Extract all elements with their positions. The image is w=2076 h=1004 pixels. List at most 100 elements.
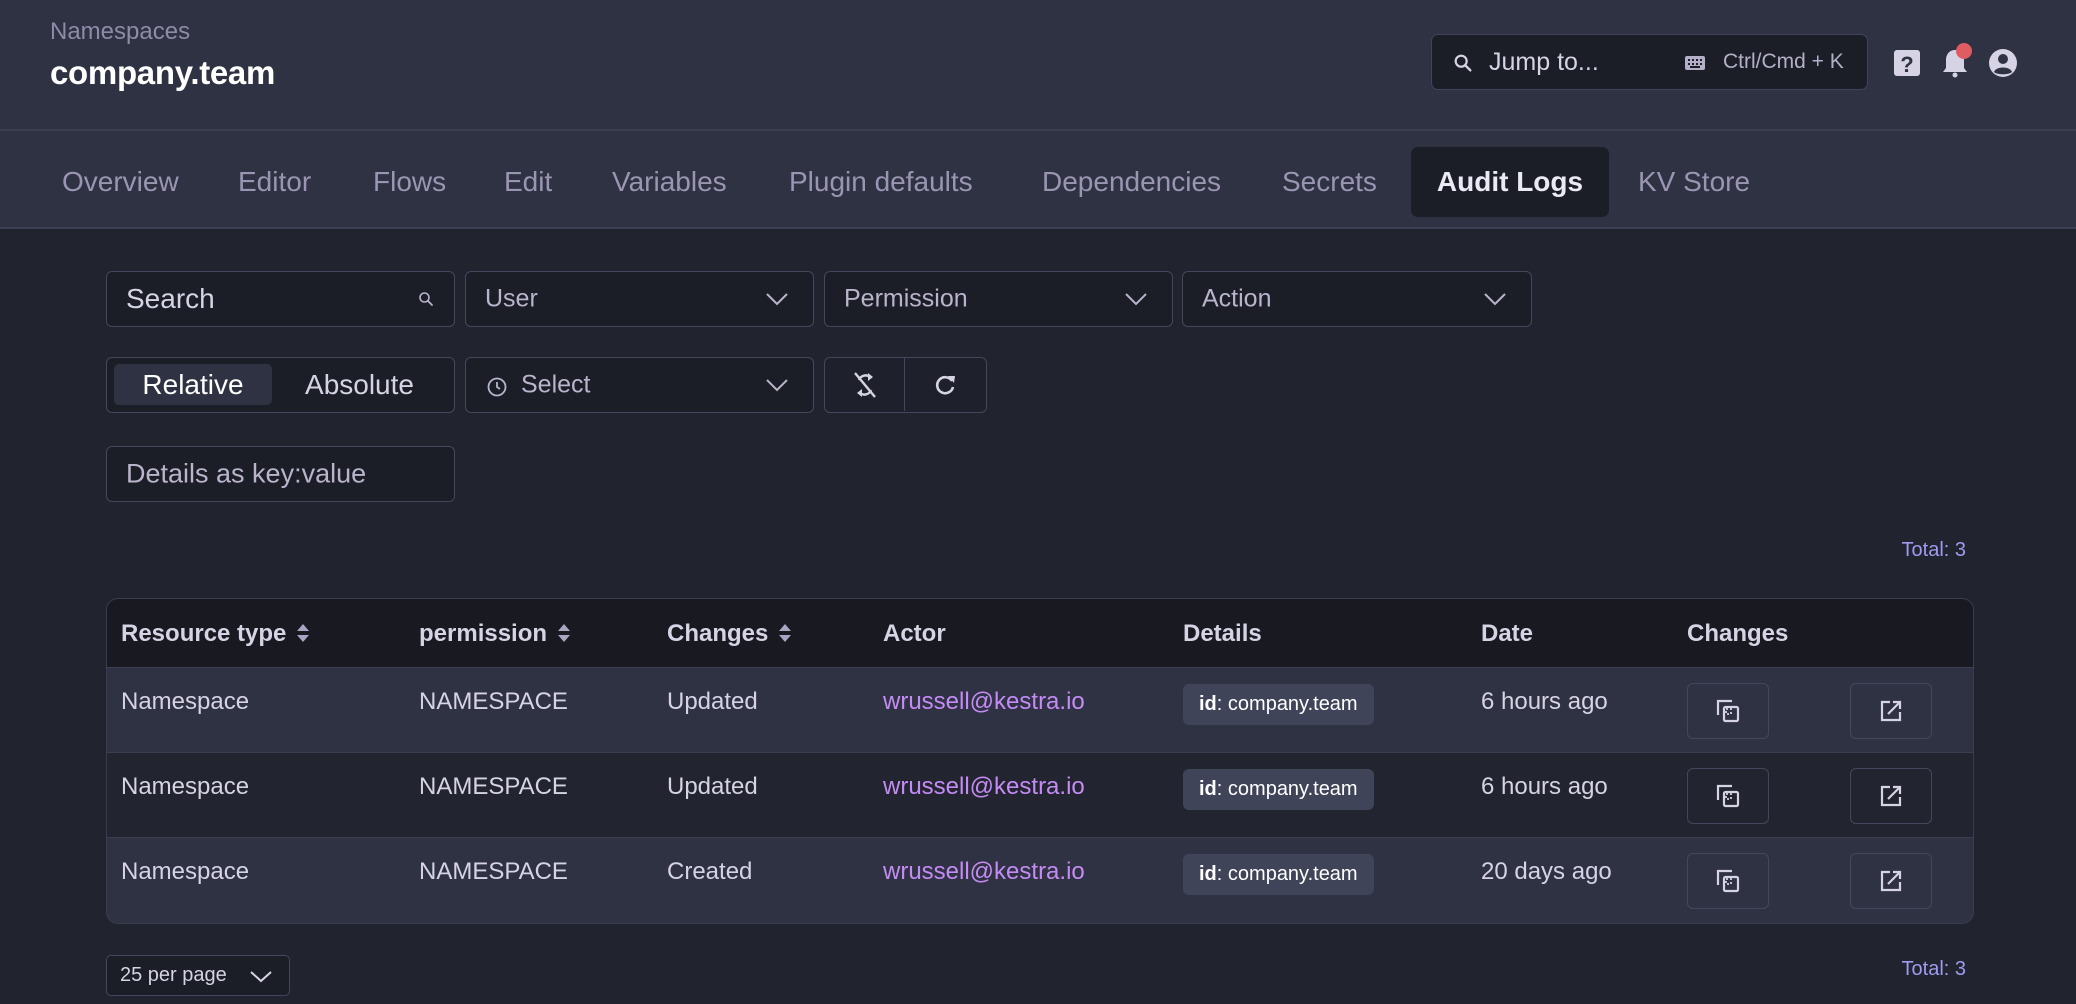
time-range-select[interactable]: Select xyxy=(465,357,814,413)
tab-flows[interactable]: Flows xyxy=(345,147,474,217)
chevron-down-icon xyxy=(1125,293,1147,306)
column-header-changes-actions: Changes xyxy=(1687,620,1789,647)
details-key: id xyxy=(1199,693,1217,715)
breadcrumb[interactable]: Namespaces xyxy=(50,18,190,46)
sort-icon xyxy=(779,623,792,642)
cell-actor-link[interactable]: wrussell@kestra.io xyxy=(883,688,1085,716)
per-page-label: 25 per page xyxy=(120,964,227,986)
refresh-controls xyxy=(824,357,987,413)
cell-actor-link[interactable]: wrussell@kestra.io xyxy=(883,773,1085,801)
details-value: company.team xyxy=(1227,863,1358,885)
details-badge: id: company.team xyxy=(1183,854,1374,895)
jump-to-search[interactable]: Jump to... Ctrl/Cmd + K xyxy=(1431,34,1868,90)
action-select[interactable]: Action xyxy=(1182,271,1532,327)
tab-secrets[interactable]: Secrets xyxy=(1254,147,1405,217)
permission-select[interactable]: Permission xyxy=(824,271,1173,327)
open-details-button[interactable] xyxy=(1850,683,1932,739)
column-header-changes[interactable]: Changes xyxy=(667,599,792,668)
auto-refresh-toggle-button[interactable] xyxy=(825,358,905,411)
table-row: Namespace NAMESPACE Updated wrussell@kes… xyxy=(107,668,1973,753)
cell-permission: NAMESPACE xyxy=(419,858,568,885)
open-details-button[interactable] xyxy=(1850,853,1932,909)
external-link-icon xyxy=(1880,870,1902,892)
compare-icon xyxy=(1716,869,1740,893)
total-count-bottom: Total: 3 xyxy=(1901,958,1966,980)
details-input[interactable]: Details as key:value xyxy=(106,446,455,502)
column-header-resource-type[interactable]: Resource type xyxy=(121,599,310,668)
shortcut-hint: Ctrl/Cmd + K xyxy=(1723,50,1844,73)
column-header-permission[interactable]: permission xyxy=(419,599,571,668)
tab-audit-logs[interactable]: Audit Logs xyxy=(1411,147,1609,217)
tab-editor[interactable]: Editor xyxy=(210,147,339,217)
view-changes-button[interactable] xyxy=(1687,853,1769,909)
refresh-icon xyxy=(935,375,955,394)
table-row: Namespace NAMESPACE Created wrussell@kes… xyxy=(107,838,1973,923)
cell-permission: NAMESPACE xyxy=(419,688,568,715)
help-icon[interactable]: ? xyxy=(1890,46,1924,80)
total-count-top: Total: 3 xyxy=(1901,539,1966,561)
cell-resource-type: Namespace xyxy=(121,773,250,800)
cell-resource-type: Namespace xyxy=(121,858,250,885)
view-changes-button[interactable] xyxy=(1687,683,1769,739)
details-key: id xyxy=(1199,778,1217,800)
column-header-actor: Actor xyxy=(883,620,946,647)
time-range-placeholder: Select xyxy=(521,370,591,399)
details-badge: id: company.team xyxy=(1183,769,1374,810)
chevron-down-icon xyxy=(250,971,272,983)
sort-icon xyxy=(558,623,571,642)
details-placeholder: Details as key:value xyxy=(126,458,367,489)
compare-icon xyxy=(1716,699,1740,723)
search-icon xyxy=(1454,54,1472,72)
external-link-icon xyxy=(1880,700,1902,722)
cell-change: Created xyxy=(667,858,753,885)
external-link-icon xyxy=(1880,785,1902,807)
user-icon[interactable] xyxy=(1986,46,2020,80)
user-select[interactable]: User xyxy=(465,271,814,327)
details-key: id xyxy=(1199,863,1217,885)
cell-resource-type: Namespace xyxy=(121,688,250,715)
search-icon xyxy=(419,292,433,306)
chevron-down-icon xyxy=(1484,293,1506,306)
chevron-down-icon xyxy=(766,293,788,306)
cell-change: Updated xyxy=(667,773,758,800)
cell-actor-link[interactable]: wrussell@kestra.io xyxy=(883,858,1085,886)
user-select-placeholder: User xyxy=(485,284,538,313)
svg-text:?: ? xyxy=(1900,52,1913,77)
tab-kv-store[interactable]: KV Store xyxy=(1610,147,1778,217)
tab-overview[interactable]: Overview xyxy=(34,147,207,217)
refresh-button[interactable] xyxy=(905,358,985,411)
column-label: permission xyxy=(419,620,548,647)
column-header-details: Details xyxy=(1183,620,1262,647)
tab-dependencies[interactable]: Dependencies xyxy=(1014,147,1249,217)
chevron-down-icon xyxy=(766,379,788,392)
cell-date: 6 hours ago xyxy=(1481,688,1608,715)
time-mode-toggle: Relative Absolute xyxy=(106,357,455,413)
tab-plugin-defaults[interactable]: Plugin defaults xyxy=(761,147,1001,217)
cell-date: 20 days ago xyxy=(1481,858,1612,885)
absolute-option[interactable]: Absolute xyxy=(272,364,447,405)
details-badge: id: company.team xyxy=(1183,684,1374,725)
view-changes-button[interactable] xyxy=(1687,768,1769,824)
action-select-placeholder: Action xyxy=(1202,284,1272,313)
per-page-select[interactable]: 25 per page xyxy=(106,955,290,996)
details-value: company.team xyxy=(1227,778,1358,800)
open-details-button[interactable] xyxy=(1850,768,1932,824)
column-label: Changes xyxy=(667,620,769,647)
page-title: company.team xyxy=(50,54,276,91)
details-value: company.team xyxy=(1227,693,1358,715)
search-placeholder: Search xyxy=(126,283,215,314)
keyboard-icon xyxy=(1685,56,1705,70)
column-header-date: Date xyxy=(1481,620,1534,647)
search-input[interactable]: Search xyxy=(106,271,455,327)
relative-option[interactable]: Relative xyxy=(114,364,272,405)
audit-log-table: Resource type permission Changes Actor D… xyxy=(106,598,1974,924)
tab-edit[interactable]: Edit xyxy=(476,147,580,217)
permission-select-placeholder: Permission xyxy=(844,284,968,313)
table-row: Namespace NAMESPACE Updated wrussell@kes… xyxy=(107,753,1973,838)
cell-date: 6 hours ago xyxy=(1481,773,1608,800)
tab-variables[interactable]: Variables xyxy=(584,147,755,217)
jump-to-label: Jump to... xyxy=(1489,48,1599,76)
cell-change: Updated xyxy=(667,688,758,715)
clock-icon xyxy=(487,377,507,397)
cell-permission: NAMESPACE xyxy=(419,773,568,800)
